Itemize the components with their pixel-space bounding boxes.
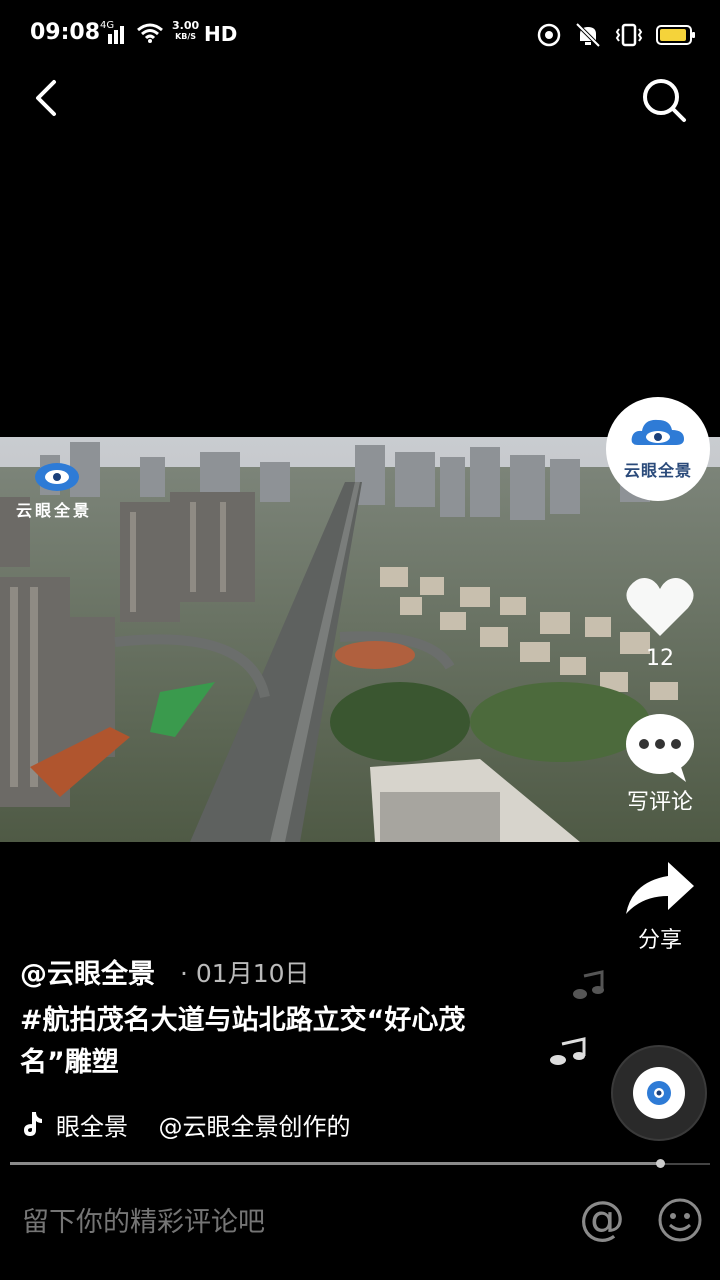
back-button[interactable]	[24, 70, 74, 130]
hd-label: HD	[204, 22, 238, 46]
comment-label: 写评论	[626, 790, 693, 815]
search-icon	[643, 79, 686, 122]
svg-text:@: @	[579, 1194, 625, 1245]
at-icon: @	[579, 1191, 625, 1245]
playback-progress[interactable]	[10, 1162, 661, 1165]
playback-progress-remaining	[661, 1163, 710, 1165]
music-note-icon	[573, 970, 604, 999]
heart-icon	[626, 578, 694, 636]
music-info[interactable]: 眼全景 @云眼全景创作的	[20, 1106, 351, 1142]
status-right	[536, 18, 696, 52]
share-arrow-icon	[626, 862, 694, 914]
back-arrow-icon	[36, 80, 56, 116]
like-button[interactable]	[620, 568, 700, 648]
mute-icon	[575, 22, 601, 48]
wifi-icon	[137, 23, 163, 43]
share-button[interactable]	[620, 856, 700, 924]
music-text: 眼全景 @云眼全景创作的	[56, 1112, 351, 1141]
tiktok-note-icon	[24, 1112, 42, 1136]
disc-cover	[633, 1067, 685, 1119]
search-button[interactable]	[636, 72, 692, 128]
do-not-disturb-icon	[537, 23, 561, 47]
music-disc[interactable]	[611, 1045, 707, 1141]
share-label: 分享	[637, 928, 682, 953]
music-note-icon	[550, 1037, 586, 1065]
net-speed-value: 3.00	[172, 19, 200, 32]
like-count: 12	[646, 646, 674, 671]
emoji-icon	[658, 1198, 702, 1242]
watermark-logo-icon	[35, 463, 79, 491]
author-avatar[interactable]: 云眼全景	[606, 397, 710, 501]
playback-progress-handle[interactable]	[656, 1159, 665, 1168]
status-time: 09:08	[30, 20, 101, 45]
cloud-eye-logo-icon	[631, 419, 684, 445]
comment-button[interactable]	[620, 710, 700, 786]
video-frame[interactable]: 云眼全景	[0, 437, 720, 842]
vibrate-icon	[615, 23, 643, 47]
emoji-button[interactable]	[656, 1196, 704, 1244]
post-date: · 01月10日	[180, 959, 310, 988]
status-bar: 09:08 4G 3.00 KB/S HD	[0, 0, 720, 70]
comment-input[interactable]	[22, 1200, 542, 1244]
author-name[interactable]: @云眼全景	[20, 952, 155, 991]
aerial-city-image	[0, 437, 720, 842]
net-speed-unit: KB/S	[175, 32, 197, 41]
cloud-eye-logo-icon	[647, 1081, 671, 1105]
post-caption[interactable]: #航拍茂名大道与站北路立交“好心茂名”雕塑	[20, 1000, 520, 1084]
comment-bubble-icon	[626, 714, 694, 782]
signal-icon	[108, 26, 124, 44]
mention-button[interactable]: @	[576, 1191, 628, 1246]
avatar-label: 云眼全景	[623, 461, 692, 480]
net-speed: 3.00 KB/S	[172, 20, 199, 42]
battery-icon	[656, 25, 695, 45]
video-watermark: 云眼全景	[16, 501, 93, 520]
